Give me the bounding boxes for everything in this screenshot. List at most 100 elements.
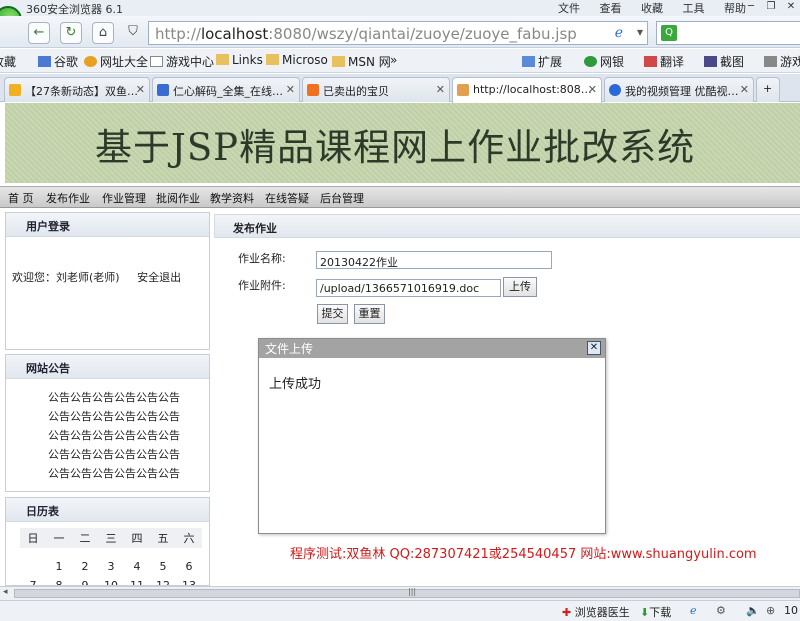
notice-line[interactable]: 公告公告公告公告公告公告 <box>48 446 180 462</box>
maximize-icon[interactable]: ❐ <box>764 0 778 14</box>
calendar-day[interactable]: 3 <box>98 560 124 573</box>
menu-help[interactable]: 帮助 <box>724 2 746 15</box>
tab-localhost[interactable]: http://localhost:808… ✕ <box>452 77 602 103</box>
close-tab-icon[interactable]: ✕ <box>588 83 597 96</box>
browser-doctor[interactable]: ✚ 浏览器医生 <box>562 604 630 620</box>
calendar-day[interactable]: 6 <box>176 560 202 573</box>
dialog-close-icon[interactable]: ✕ <box>587 341 601 355</box>
fav-google[interactable]: 谷歌 <box>38 53 78 70</box>
homework-attachment-input[interactable]: /upload/1366571016919.doc <box>316 279 501 297</box>
nav-home[interactable]: 首 页 <box>8 190 34 206</box>
fav-more-icon[interactable]: » <box>390 53 397 67</box>
address-dropdown-icon[interactable]: ▾ <box>637 25 643 39</box>
tab-video[interactable]: 仁心解码_全集_在线… ✕ <box>152 77 300 102</box>
submit-button[interactable]: 提交 <box>317 304 348 324</box>
address-bar[interactable]: http://localhost:8080/wszy/qiantai/zuoye… <box>148 21 648 45</box>
fav-msn[interactable]: MSN 网 <box>332 53 391 70</box>
tab-bar: 【27条新动态】双鱼… ✕ 仁心解码_全集_在线… ✕ 已卖出的宝贝 ✕ htt… <box>0 74 800 103</box>
zoom-level[interactable]: 10 <box>784 604 798 617</box>
calendar-day[interactable]: 9 <box>72 579 98 585</box>
tools-icon[interactable]: ⚙ <box>716 604 726 617</box>
calendar-day[interactable]: 10 <box>98 579 124 585</box>
weekday-sun: 日 <box>27 532 39 545</box>
download-button[interactable]: ⬇下载 <box>640 604 671 620</box>
calendar-day[interactable]: 5 <box>150 560 176 573</box>
menu-file[interactable]: 文件 <box>558 2 580 15</box>
calendar-day[interactable]: 7 <box>20 579 46 585</box>
fav-url-portal[interactable]: 网址大全 <box>84 53 148 70</box>
tool-translate[interactable]: 翻译 <box>644 53 684 70</box>
tab-label: 我的视频管理 优酷视… <box>625 85 739 98</box>
search-engine-icon[interactable]: Q <box>661 25 677 41</box>
fav-links[interactable]: Links <box>216 53 263 67</box>
tab-sold-items[interactable]: 已卖出的宝贝 ✕ <box>302 77 450 102</box>
ie-mode-icon[interactable]: ℯ <box>690 604 697 617</box>
tab-youku[interactable]: 我的视频管理 优酷视… ✕ <box>604 77 754 102</box>
zoom-icon[interactable]: ⊕ <box>766 604 775 617</box>
close-tab-icon[interactable]: ✕ <box>740 83 749 96</box>
tool-screenshot[interactable]: 截图 <box>704 53 744 70</box>
tool-bank[interactable]: 网银 <box>584 53 624 70</box>
nav-teaching-materials[interactable]: 教学资料 <box>210 190 254 206</box>
notice-line[interactable]: 公告公告公告公告公告公告 <box>48 389 180 405</box>
welcome-line: 欢迎您：刘老师(老师) 安全退出 <box>12 269 195 285</box>
close-tab-icon[interactable]: ✕ <box>436 83 445 96</box>
nav-homework-management[interactable]: 作业管理 <box>102 190 146 206</box>
nav-publish-homework[interactable]: 发布作业 <box>46 190 90 206</box>
calendar-day[interactable]: 2 <box>72 560 98 573</box>
login-panel-header: 用户登录 <box>6 213 209 237</box>
taobao-icon <box>307 84 319 96</box>
horizontal-scrollbar[interactable]: ◂ ||| <box>0 586 800 600</box>
close-window-icon[interactable]: ✕ <box>784 0 798 14</box>
scrollbar-thumb[interactable] <box>14 589 800 598</box>
calendar-day[interactable]: 1 <box>46 560 72 573</box>
scroll-left-icon[interactable]: ◂ <box>3 587 8 597</box>
refresh-icon[interactable]: ↻ <box>60 22 82 44</box>
browser-menu: 文件 查看 收藏 工具 帮助 <box>558 0 762 16</box>
new-tab-button[interactable]: + <box>756 77 780 102</box>
calendar-day[interactable]: 4 <box>124 560 150 573</box>
fav-games[interactable]: 游戏中心 <box>150 53 214 70</box>
calendar-day[interactable]: 13 <box>176 579 202 585</box>
video-site-icon <box>157 84 169 96</box>
homework-name-input[interactable]: 20130422作业 <box>316 251 552 269</box>
notice-line[interactable]: 公告公告公告公告公告公告 <box>48 408 180 424</box>
tool-games[interactable]: 游戏 <box>764 53 800 70</box>
close-tab-icon[interactable]: ✕ <box>136 83 145 96</box>
menu-tools[interactable]: 工具 <box>683 2 705 15</box>
download-icon: ⬇ <box>640 606 650 619</box>
notice-line[interactable]: 公告公告公告公告公告公告 <box>48 465 180 481</box>
homework-name-label: 作业名称: <box>238 252 286 265</box>
upload-button[interactable]: 上传 <box>503 277 537 297</box>
dialog-title: 文件上传 <box>259 339 605 358</box>
volume-icon[interactable]: 🔈 <box>746 604 760 617</box>
search-box[interactable]: Q <box>656 21 800 45</box>
browser-title-bar: 360安全浏览器 6.1 文件 查看 收藏 工具 帮助 ─ ❐ ✕ <box>0 0 800 16</box>
reset-button[interactable]: 重置 <box>354 304 385 324</box>
logout-link[interactable]: 安全退出 <box>137 271 181 284</box>
tab-label: http://localhost:808… <box>473 83 592 96</box>
nav-review-homework[interactable]: 批阅作业 <box>156 190 200 206</box>
home-icon[interactable]: ⌂ <box>92 22 114 44</box>
ie-compat-icon[interactable]: ℯ <box>615 25 623 41</box>
fav-microsoft[interactable]: Microso <box>266 53 328 67</box>
menu-favorites[interactable]: 收藏 <box>641 2 663 15</box>
calendar-day[interactable]: 11 <box>124 579 150 585</box>
menu-view[interactable]: 查看 <box>600 2 622 15</box>
credit-text: 程序测试:双鱼林 QQ:287307421或254540457 网站:www.s… <box>290 547 757 562</box>
tab-dynamics[interactable]: 【27条新动态】双鱼… ✕ <box>4 77 150 102</box>
minimize-icon[interactable]: ─ <box>744 0 758 14</box>
nav-admin[interactable]: 后台管理 <box>320 190 364 206</box>
fav-collect[interactable]: 收藏 <box>0 53 16 70</box>
nav-online-qa[interactable]: 在线答疑 <box>265 190 309 206</box>
notice-line[interactable]: 公告公告公告公告公告公告 <box>48 427 180 443</box>
back-icon[interactable]: ← <box>28 22 50 44</box>
calendar-panel: 日历表 日 一 二 三 四 五 六 1 2 3 4 5 6 7 8 9 10 1… <box>5 497 210 586</box>
security-shield-icon[interactable]: ⛉ <box>122 22 144 44</box>
weekday-thu: 四 <box>131 532 143 545</box>
tool-extensions[interactable]: 扩展 <box>522 53 562 70</box>
calendar-day[interactable]: 12 <box>150 579 176 585</box>
close-tab-icon[interactable]: ✕ <box>286 83 295 96</box>
calendar-day[interactable]: 8 <box>46 579 72 585</box>
notice-panel: 网站公告 公告公告公告公告公告公告 公告公告公告公告公告公告 公告公告公告公告公… <box>5 354 210 492</box>
